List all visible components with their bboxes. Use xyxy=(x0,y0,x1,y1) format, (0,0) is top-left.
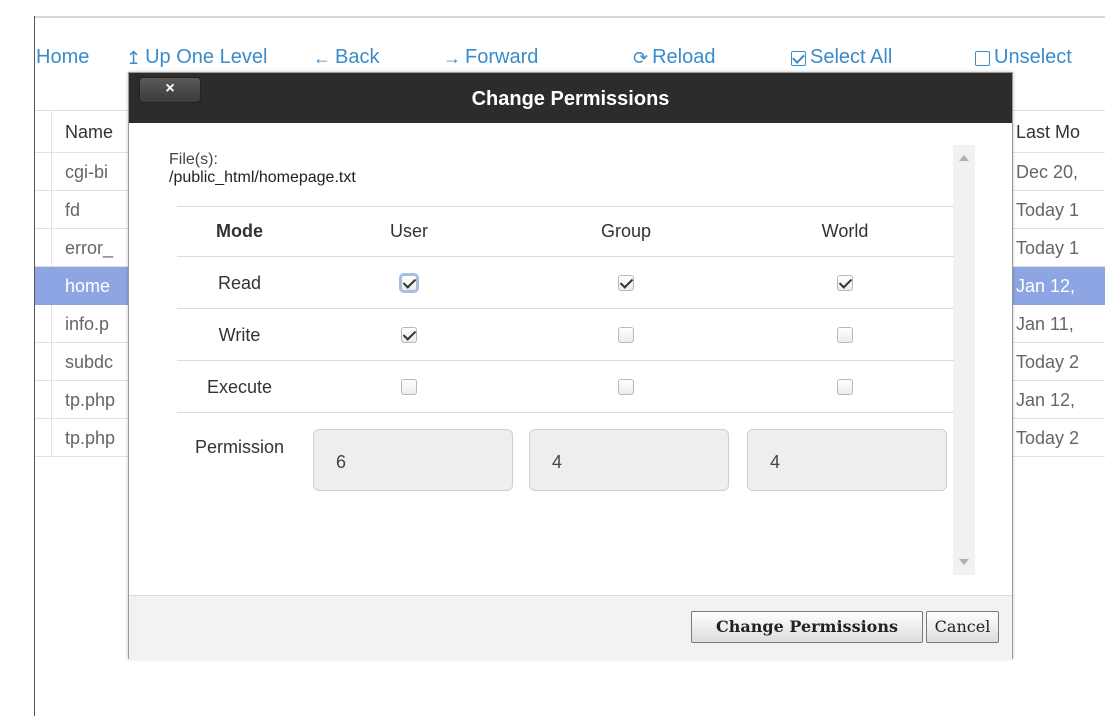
unselect-label: Unselect xyxy=(994,46,1072,68)
permissions-header-row: Mode User Group World xyxy=(177,207,954,257)
write-world-checkbox[interactable] xyxy=(837,327,853,343)
world-permission-field[interactable]: 4 xyxy=(747,429,947,491)
permission-values-row: Permission 6 4 4 xyxy=(177,423,954,503)
execute-world-checkbox[interactable] xyxy=(837,379,853,395)
dialog-header: × Change Permissions xyxy=(129,73,1012,123)
file-name: tp.php xyxy=(65,390,116,410)
scroll-down-arrow-icon[interactable] xyxy=(959,559,969,565)
mode-label: Execute xyxy=(206,377,273,397)
column-divider xyxy=(51,381,52,418)
file-path: /public_html/homepage.txt xyxy=(169,169,356,186)
dialog-footer: Change Permissions Cancel xyxy=(129,595,1012,660)
home-label: Home xyxy=(36,46,90,68)
column-divider xyxy=(51,419,52,456)
level-up-icon: ↥ xyxy=(126,47,142,68)
back-button[interactable]: ← Back xyxy=(313,46,379,69)
read-group-checkbox[interactable] xyxy=(618,275,634,291)
permission-row-read: Read xyxy=(177,257,954,309)
file-date: Jan 12, xyxy=(1016,276,1076,296)
file-name: fd xyxy=(65,200,81,220)
column-divider xyxy=(51,229,52,266)
unselect-button[interactable]: Unselect xyxy=(975,46,1072,69)
file-date: Dec 20, xyxy=(1016,162,1079,182)
permission-label: Permission xyxy=(194,437,285,457)
mode-header: Mode xyxy=(216,221,263,241)
file-name: error_ xyxy=(65,238,114,258)
last-modified-column-header[interactable]: Last Mo xyxy=(1016,122,1080,143)
column-divider xyxy=(51,153,52,190)
read-world-checkbox[interactable] xyxy=(837,275,853,291)
file-date: Jan 11, xyxy=(1016,314,1074,334)
file-name: home xyxy=(65,276,111,296)
scroll-up-arrow-icon[interactable] xyxy=(959,155,969,161)
arrow-left-icon: ← xyxy=(313,47,331,68)
user-permission-field[interactable]: 6 xyxy=(313,429,513,491)
reload-button[interactable]: ⟳ Reload xyxy=(633,46,715,69)
change-permissions-dialog: × Change Permissions File(s): /public_ht… xyxy=(128,72,1013,660)
execute-group-checkbox[interactable] xyxy=(618,379,634,395)
forward-label: Forward xyxy=(465,46,539,68)
scrollbar[interactable] xyxy=(953,145,975,575)
arrow-right-icon: → xyxy=(443,47,461,68)
select-all-label: Select All xyxy=(810,46,893,68)
checkbox-empty-icon xyxy=(975,51,990,66)
select-all-button[interactable]: Select All xyxy=(791,46,892,69)
back-label: Back xyxy=(335,46,380,68)
dialog-body: File(s): /public_html/homepage.txt Mode … xyxy=(129,123,1012,595)
forward-button[interactable]: → Forward xyxy=(443,46,538,69)
column-divider xyxy=(51,305,52,342)
file-name: subdc xyxy=(65,352,114,372)
dialog-title: Change Permissions xyxy=(471,88,670,110)
execute-user-checkbox[interactable] xyxy=(401,379,417,395)
file-date: Today 1 xyxy=(1016,200,1080,220)
reload-label: Reload xyxy=(652,46,716,68)
column-divider xyxy=(51,111,52,152)
group-permission-field[interactable]: 4 xyxy=(529,429,729,491)
reload-icon: ⟳ xyxy=(633,47,649,68)
mode-label: Write xyxy=(218,325,261,345)
column-divider xyxy=(51,191,52,228)
file-date: Today 1 xyxy=(1016,238,1080,258)
file-name: cgi-bi xyxy=(65,162,109,182)
column-divider xyxy=(51,267,52,304)
file-name: tp.php xyxy=(65,428,116,448)
name-column-header[interactable]: Name xyxy=(65,122,113,143)
checkbox-checked-icon xyxy=(791,51,806,66)
write-user-checkbox[interactable] xyxy=(401,327,417,343)
change-permissions-button[interactable]: Change Permissions xyxy=(691,611,923,643)
read-user-checkbox[interactable] xyxy=(401,275,417,291)
world-header: World xyxy=(821,221,869,241)
home-link[interactable]: Home xyxy=(36,46,89,69)
files-label: File(s): xyxy=(169,151,218,168)
permission-row-write: Write xyxy=(177,309,954,361)
write-group-checkbox[interactable] xyxy=(618,327,634,343)
user-header: User xyxy=(389,221,428,241)
group-header: Group xyxy=(600,221,652,241)
up-one-level-button[interactable]: ↥ Up One Level xyxy=(126,46,267,69)
cancel-button[interactable]: Cancel xyxy=(926,611,999,643)
permission-row-execute: Execute xyxy=(177,361,954,413)
file-date: Jan 12, xyxy=(1016,390,1076,410)
column-divider xyxy=(51,343,52,380)
file-date: Today 2 xyxy=(1016,352,1080,372)
mode-label: Read xyxy=(217,273,262,293)
up-one-level-label: Up One Level xyxy=(145,46,268,68)
permissions-table: Mode User Group World Read Write Execute xyxy=(177,206,954,413)
file-name: info.p xyxy=(65,314,110,334)
top-divider xyxy=(35,16,1105,18)
file-date: Today 2 xyxy=(1016,428,1080,448)
file-manager-screen: Home ↥ Up One Level ← Back → Forward ⟳ R… xyxy=(0,0,1105,716)
